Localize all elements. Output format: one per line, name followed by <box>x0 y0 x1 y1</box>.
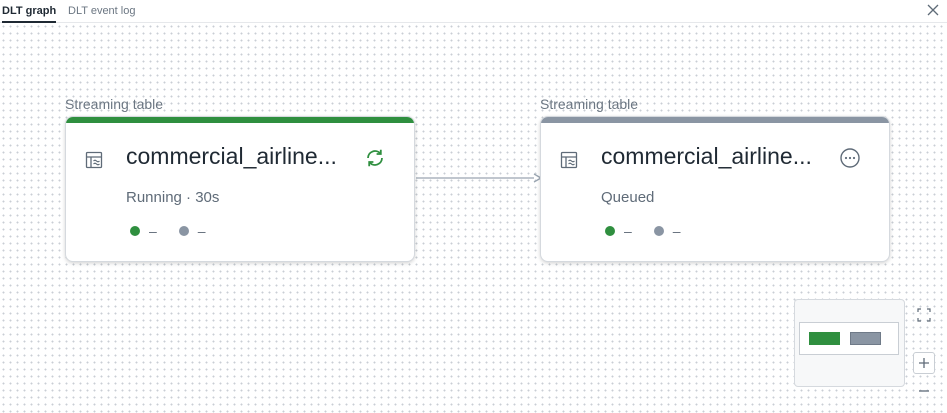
zoom-out-icon <box>919 390 929 392</box>
node-metrics: – – <box>130 223 228 239</box>
metric-value: – <box>197 223 206 239</box>
node-card-queued[interactable]: commercial_airline... Queued – – <box>540 116 890 262</box>
metric-value: – <box>672 223 681 239</box>
zoom-in-icon <box>919 358 929 368</box>
tab-dlt-event-log[interactable]: DLT event log <box>68 4 135 18</box>
tab-dlt-graph[interactable]: DLT graph <box>2 4 57 23</box>
metric-upserted: – <box>130 223 157 239</box>
close-icon <box>927 4 939 16</box>
node-metrics: – – <box>605 223 703 239</box>
minimap-node-queued <box>850 332 881 345</box>
fit-view-icon <box>917 308 931 322</box>
fit-view-button[interactable] <box>913 304 935 326</box>
metric-other: – <box>653 223 681 239</box>
metric-other: – <box>178 223 206 239</box>
node-status-text: Queued <box>601 189 655 206</box>
node-status-bar <box>541 117 889 123</box>
more-horizontal-circle-icon[interactable] <box>839 147 861 169</box>
streaming-table-icon <box>85 151 103 169</box>
metric-upserted: – <box>605 223 632 239</box>
tab-bar: DLT graph DLT event log <box>0 0 947 23</box>
green-dot-icon <box>605 226 615 236</box>
gray-dot-icon <box>178 226 189 236</box>
node-title: commercial_airline... <box>126 143 337 169</box>
zoom-in-button[interactable] <box>913 352 935 374</box>
streaming-table-icon <box>560 151 578 169</box>
metric-value: – <box>149 223 157 239</box>
gray-dot-icon <box>653 226 664 236</box>
refresh-running-icon[interactable] <box>364 147 386 169</box>
zoom-out-button[interactable] <box>913 380 935 402</box>
node-type-label: Streaming table <box>65 96 164 112</box>
minimap[interactable] <box>794 299 905 387</box>
node-status-text: Running · 30s <box>126 189 220 206</box>
node-type-label: Streaming table <box>540 96 639 112</box>
node-status-bar <box>66 117 414 123</box>
graph-canvas[interactable]: Streaming table commercial_airline... Ru… <box>0 23 947 413</box>
node-title: commercial_airline... <box>601 143 812 169</box>
node-card-running[interactable]: commercial_airline... Running · 30s – – <box>65 116 415 262</box>
green-dot-icon <box>130 226 140 236</box>
metric-value: – <box>624 223 632 239</box>
minimap-node-running <box>809 332 840 345</box>
close-button[interactable] <box>925 2 941 18</box>
